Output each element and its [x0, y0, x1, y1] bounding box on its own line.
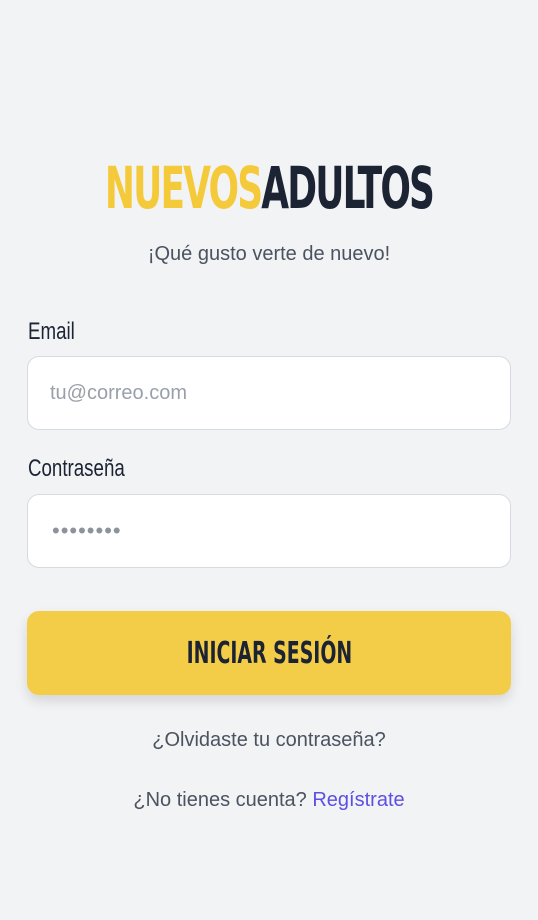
- email-field-container[interactable]: [27, 356, 511, 430]
- password-field-container[interactable]: ••••••••: [27, 494, 511, 568]
- forgot-password-link[interactable]: ¿Olvidaste tu contraseña?: [0, 729, 538, 752]
- password-label: Contraseña: [28, 455, 125, 482]
- login-button[interactable]: INICIAR SESIÓN: [27, 611, 511, 695]
- brand-logo: NUEVOSADULTOS: [102, 153, 436, 223]
- no-account-text: ¿No tienes cuenta?: [133, 789, 307, 811]
- email-label: Email: [28, 318, 75, 345]
- register-link[interactable]: Regístrate: [312, 789, 404, 811]
- register-prompt: ¿No tienes cuenta? Regístrate: [0, 789, 538, 812]
- logo-text-adultos: ADULTOS: [261, 154, 435, 222]
- login-button-label: INICIAR SESIÓN: [186, 635, 352, 671]
- password-input[interactable]: ••••••••: [52, 515, 122, 547]
- logo-text-nuevos: NUEVOS: [104, 154, 263, 222]
- email-input[interactable]: [50, 357, 490, 429]
- welcome-tagline: ¡Qué gusto verte de nuevo!: [147, 243, 391, 265]
